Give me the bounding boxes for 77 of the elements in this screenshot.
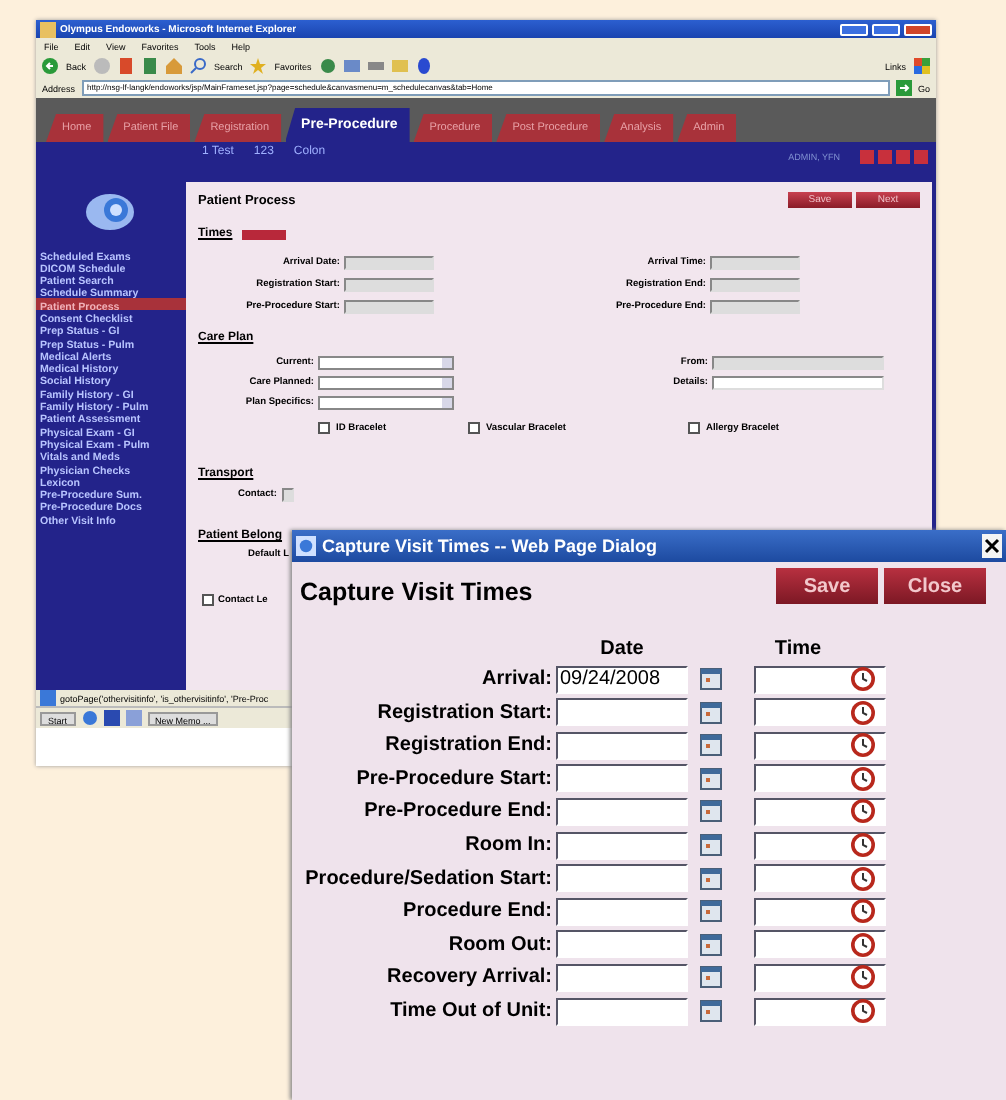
field-label: Pre-Procedure Start:: [354, 767, 554, 790]
time-field[interactable]: [754, 997, 886, 1026]
field-label: Recovery Arrival:: [385, 966, 554, 989]
date-field[interactable]: [556, 930, 688, 959]
date-field[interactable]: [556, 797, 688, 826]
checkbox[interactable]: [318, 422, 330, 434]
date-field[interactable]: [556, 698, 688, 727]
field-label: Registration Start:: [375, 701, 554, 724]
readonly-field: [710, 278, 800, 292]
field-label: Pre-Procedure End:: [362, 800, 554, 823]
minimize-button[interactable]: [840, 23, 868, 35]
go-arrow-icon[interactable]: [895, 80, 912, 96]
date-field[interactable]: [556, 897, 688, 926]
date-field[interactable]: 09/24/2008: [556, 665, 688, 694]
date-field[interactable]: [556, 831, 688, 860]
close-button[interactable]: [904, 23, 932, 35]
field-label: Room In:: [463, 834, 554, 857]
action-button[interactable]: Close: [884, 568, 986, 604]
star-icon[interactable]: [250, 58, 267, 74]
field-label: Procedure/Sedation Start:: [303, 867, 554, 890]
back-icon[interactable]: [42, 58, 58, 74]
dialog-heading: Capture Visit Times: [300, 578, 533, 606]
field-label: Procedure End:: [401, 900, 554, 923]
time-field[interactable]: [754, 831, 886, 860]
calendar-icon[interactable]: [700, 933, 722, 956]
time-field[interactable]: [754, 698, 886, 727]
date-field[interactable]: [556, 731, 688, 760]
calendar-icon[interactable]: [700, 834, 722, 857]
close-button[interactable]: [982, 534, 1002, 558]
time-field[interactable]: [754, 963, 886, 992]
time-field[interactable]: [754, 897, 886, 926]
calendar-icon[interactable]: [700, 966, 722, 989]
checkbox[interactable]: [688, 422, 700, 434]
calendar-icon[interactable]: [700, 900, 722, 923]
maximize-button[interactable]: [872, 23, 900, 35]
date-field[interactable]: [556, 764, 688, 793]
readonly-field: [344, 300, 434, 314]
field-label: Arrival:: [479, 668, 554, 691]
globe-logo-icon: [84, 188, 136, 232]
calendar-icon[interactable]: [700, 800, 722, 823]
date-field[interactable]: [556, 997, 688, 1026]
checkbox[interactable]: [202, 594, 214, 606]
edit-button[interactable]: [242, 229, 287, 239]
checkbox[interactable]: [468, 422, 480, 434]
calendar-icon[interactable]: [700, 734, 722, 757]
field-label: Room Out:: [446, 933, 554, 956]
time-field[interactable]: [754, 731, 886, 760]
calendar-icon[interactable]: [700, 701, 722, 724]
field-label: Time Out of Unit:: [388, 1000, 554, 1023]
readonly-field: [282, 488, 295, 502]
readonly-field: [710, 256, 800, 270]
time-field[interactable]: [754, 864, 886, 893]
readonly-field: [710, 300, 800, 314]
column-header: Date: [598, 638, 646, 660]
calendar-icon[interactable]: [700, 668, 722, 691]
time-field[interactable]: [754, 930, 886, 959]
readonly-field: [344, 278, 434, 292]
date-field[interactable]: [556, 864, 688, 893]
dropdown-field[interactable]: [318, 376, 454, 390]
readonly-field: [344, 256, 434, 270]
close-icon: [982, 534, 1002, 558]
calendar-icon[interactable]: [700, 767, 722, 790]
date-field[interactable]: [556, 963, 688, 992]
calendar-icon[interactable]: [700, 867, 722, 890]
action-button[interactable]: Save: [776, 568, 878, 604]
column-header: Time: [772, 638, 824, 660]
dropdown-field[interactable]: [318, 396, 454, 410]
calendar-icon[interactable]: [700, 1000, 722, 1023]
text-field[interactable]: [712, 376, 884, 390]
field-label: Registration End:: [383, 734, 554, 757]
time-field[interactable]: [754, 797, 886, 826]
windows-logo-icon: [914, 58, 930, 74]
time-field[interactable]: [754, 764, 886, 793]
time-field[interactable]: [754, 665, 886, 694]
dropdown-field[interactable]: [318, 356, 454, 370]
dialog-title: Capture Visit Times -- Web Page Dialog: [322, 536, 660, 556]
search-icon[interactable]: [190, 58, 207, 74]
